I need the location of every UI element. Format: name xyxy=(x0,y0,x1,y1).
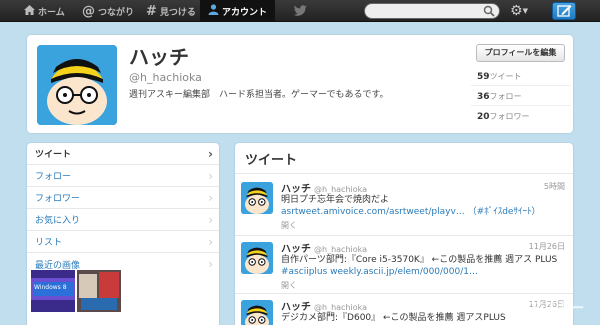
timeline-title: ツイート xyxy=(245,153,298,168)
nav-home[interactable]: ホーム xyxy=(24,0,65,22)
tweet-link[interactable]: #asciiplus weekly.ascii.jp/elem/000/000/… xyxy=(281,267,478,277)
home-icon xyxy=(24,4,35,18)
stat-tweets[interactable]: 59ツイート xyxy=(477,71,522,82)
nav-connect-label: つながり xyxy=(98,7,135,18)
recent-image-thumbnail[interactable]: Windows 8 xyxy=(31,270,75,312)
sidebar-item-label: フォロワー xyxy=(35,194,81,204)
chevron-right-icon: › xyxy=(208,147,213,161)
tweet-body: デジカメ部門:『D600』 ←この製品を推薦 週アスPLUS xyxy=(281,313,506,323)
stat-followers-label: フォロワー xyxy=(489,112,530,121)
tweet-body: 自作パーツ部門:『Core i5-3570K』 ←この製品を推薦 週アス PLU… xyxy=(281,255,558,265)
search-icon[interactable] xyxy=(483,5,495,17)
nav-connect[interactable]: @ つながり xyxy=(82,0,134,22)
profile-handle: @h_hachioka xyxy=(129,71,202,84)
chevron-right-icon: › xyxy=(208,235,213,249)
profile-name: ハッチ xyxy=(129,45,189,69)
tweet-item[interactable]: ハッチ @h_hachioka 5時間 明日プチ忘年会で焼肉だよ asrtweet… xyxy=(235,173,573,239)
nav-home-label: ホーム xyxy=(38,7,65,18)
top-navigation-bar: ホーム @ つながり # 見つける アカウント ⚙▼ xyxy=(0,0,600,22)
compose-icon xyxy=(557,5,572,17)
search-input[interactable] xyxy=(371,5,481,17)
sidebar-item-label: 最近の画像 xyxy=(35,260,81,271)
tweet-open-link[interactable]: 開く xyxy=(281,280,297,291)
divider xyxy=(471,85,571,86)
profile-card: ハッチ @h_hachioka 週刊アスキー編集部 ハード系担当者。ゲーマーでも… xyxy=(26,34,574,134)
stat-following-count: 36 xyxy=(477,92,490,102)
nav-discover-label: 見つける xyxy=(159,7,196,18)
recent-image-thumbnail[interactable] xyxy=(77,270,121,312)
hashtag-icon: # xyxy=(146,3,157,19)
chevron-right-icon: › xyxy=(208,213,213,227)
tweet-author[interactable]: ハッチ @h_hachioka xyxy=(281,180,367,195)
sidebar-item-label: フォロー xyxy=(35,172,72,182)
chevron-right-icon: › xyxy=(208,191,213,205)
edit-profile-button[interactable]: プロフィールを編集 xyxy=(476,44,565,62)
compose-tweet-button[interactable] xyxy=(552,2,576,20)
search-box[interactable] xyxy=(364,3,500,19)
stat-tweets-count: 59 xyxy=(477,72,490,82)
stat-tweets-label: ツイート xyxy=(489,72,522,81)
tweet-text: 自作パーツ部門:『Core i5-3570K』 ←この製品を推薦 週アス PLU… xyxy=(281,254,567,278)
chevron-right-icon: › xyxy=(208,257,213,271)
sidebar-item-favorites[interactable]: お気に入り › xyxy=(27,209,219,231)
divider xyxy=(471,105,571,106)
sidebar-item-label: お気に入り xyxy=(35,216,81,226)
tweet-timestamp[interactable]: 5時間 xyxy=(544,181,565,192)
sidebar-item-following[interactable]: フォロー › xyxy=(27,165,219,187)
tweet-item[interactable]: ハッチ @h_hachioka 11月26日 自作パーツ部門:『Core i5-3… xyxy=(235,235,573,295)
tweet-timestamp[interactable]: 11月26日 xyxy=(529,241,565,252)
profile-bio: 週刊アスキー編集部 ハード系担当者。ゲーマーでもあるです。 xyxy=(129,90,389,100)
sidebar-item-label: ツイート xyxy=(35,150,72,160)
tweet-author[interactable]: ハッチ @h_hachioka xyxy=(281,298,367,313)
profile-avatar[interactable] xyxy=(37,45,117,125)
tweet-body: 明日プチ忘年会で焼肉だよ xyxy=(281,195,390,205)
tweet-avatar[interactable] xyxy=(241,300,273,325)
thumbnail-caption: Windows 8 xyxy=(34,284,67,291)
tweet-text: 明日プチ忘年会で焼肉だよ asrtweet.amivoice.com/asrtw… xyxy=(281,194,567,218)
tweet-link[interactable]: asrtweet.amivoice.com/asrtweet/playv… xyxy=(281,207,465,217)
sidebar-item-followers[interactable]: フォロワー › xyxy=(27,187,219,209)
sidebar-item-label: リスト xyxy=(35,238,63,248)
tweet-author-handle: @h_hachioka xyxy=(314,245,368,254)
tweet-hashtag[interactable]: （#ﾎﾞｲｽdeｻｲｰﾄ） xyxy=(468,207,541,217)
tweet-avatar[interactable] xyxy=(241,242,273,274)
stat-followers[interactable]: 20フォロワー xyxy=(477,111,530,122)
at-sign-icon: @ xyxy=(82,3,95,19)
sidebar-item-tweets[interactable]: ツイート › xyxy=(27,143,219,165)
chevron-right-icon: › xyxy=(208,169,213,183)
tweet-author-handle: @h_hachioka xyxy=(314,185,368,194)
stat-following[interactable]: 36フォロー xyxy=(477,91,522,102)
tweet-author[interactable]: ハッチ @h_hachioka xyxy=(281,240,367,255)
twitter-bird-icon[interactable] xyxy=(292,3,308,19)
nav-discover[interactable]: # 見つける xyxy=(146,0,196,22)
person-icon xyxy=(208,4,219,18)
nav-account-label: アカウント xyxy=(222,7,268,18)
tweet-author-handle: @h_hachioka xyxy=(314,303,368,312)
nav-account[interactable]: アカウント xyxy=(200,0,276,22)
sidebar-item-lists[interactable]: リスト › xyxy=(27,231,219,253)
settings-gear-icon[interactable]: ⚙▼ xyxy=(510,3,536,19)
tweet-avatar[interactable] xyxy=(241,182,273,214)
chevron-down-icon: ▼ xyxy=(522,7,528,15)
tweet-open-link[interactable]: 開く xyxy=(281,220,297,231)
stat-following-label: フォロー xyxy=(489,92,522,101)
publisher-watermark: 週刊アスキー xyxy=(498,299,583,317)
stat-followers-count: 20 xyxy=(477,112,490,122)
